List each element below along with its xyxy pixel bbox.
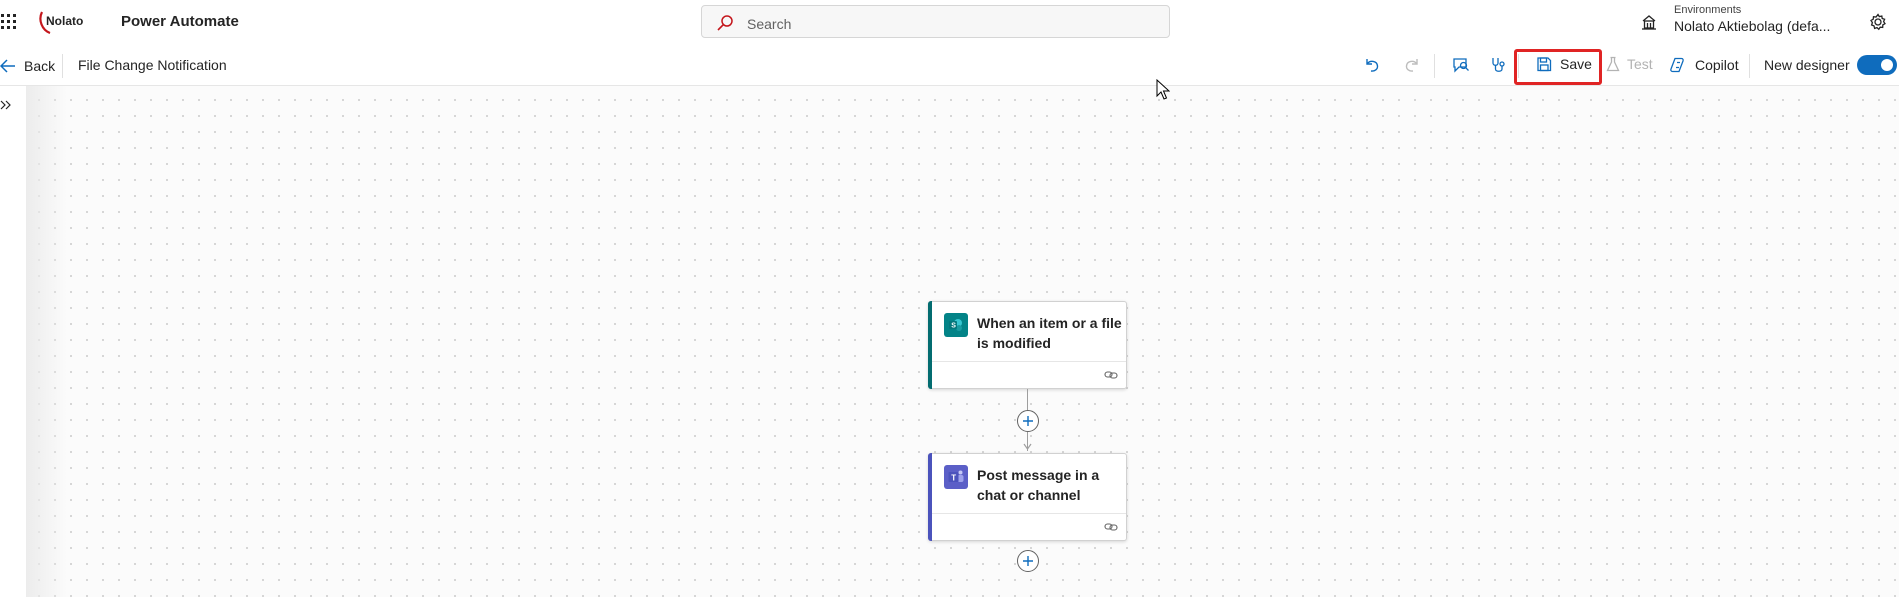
- arrow-down-icon: [1023, 443, 1032, 451]
- environment-icon[interactable]: [1640, 13, 1658, 31]
- divider: [1434, 54, 1435, 78]
- undo-icon[interactable]: [1362, 55, 1382, 75]
- copilot-button[interactable]: Copilot: [1669, 56, 1739, 74]
- search-box[interactable]: [701, 5, 1170, 38]
- canvas-edge-shade: [27, 86, 67, 597]
- search-icon: [717, 15, 733, 31]
- back-button[interactable]: Back: [0, 55, 55, 77]
- expand-panel-icon[interactable]: [0, 99, 12, 111]
- step-title: Post message in a chat or channel: [977, 467, 1100, 503]
- nolato-logo[interactable]: Nolato: [38, 8, 94, 35]
- gear-icon[interactable]: [1868, 12, 1888, 32]
- divider: [1749, 54, 1750, 78]
- test-button[interactable]: Test: [1606, 56, 1653, 72]
- link-icon[interactable]: [1104, 521, 1118, 533]
- copilot-icon: [1670, 57, 1684, 73]
- save-button[interactable]: Save: [1536, 56, 1592, 72]
- save-icon: [1537, 57, 1552, 72]
- mouse-pointer-icon: [1156, 79, 1170, 100]
- flow-name[interactable]: File Change Notification: [78, 57, 227, 73]
- app-launcher-icon[interactable]: [0, 12, 20, 32]
- connector-line: [1027, 389, 1028, 411]
- step-title: When an item or a file is modified: [977, 315, 1122, 351]
- sharepoint-icon: S: [944, 313, 968, 337]
- card-footer-divider: [932, 513, 1126, 514]
- card-accent: [928, 301, 932, 389]
- app-title[interactable]: Power Automate: [121, 13, 239, 30]
- add-step-button[interactable]: [1017, 550, 1039, 572]
- search-input[interactable]: [745, 13, 1149, 35]
- plus-icon: [1023, 416, 1033, 426]
- copilot-label: Copilot: [1695, 57, 1739, 73]
- link-icon[interactable]: [1104, 369, 1118, 381]
- command-bar: Back File Change Notification Save Test …: [0, 46, 1899, 86]
- plus-icon: [1023, 556, 1033, 566]
- logo-text: Nolato: [46, 14, 83, 28]
- top-header: Nolato Power Automate Environments Nolat…: [0, 0, 1899, 46]
- teams-icon: T: [944, 465, 968, 489]
- card-accent: [928, 453, 932, 541]
- save-label: Save: [1560, 56, 1592, 72]
- flow-step-trigger[interactable]: S When an item or a file is modified: [928, 301, 1127, 389]
- new-designer-label: New designer: [1764, 57, 1850, 73]
- card-footer-divider: [932, 361, 1126, 362]
- arrow-left-icon: [0, 59, 15, 73]
- flow-step-action[interactable]: T Post message in a chat or channel: [928, 453, 1127, 541]
- flow-checker-icon[interactable]: [1451, 55, 1471, 75]
- test-label: Test: [1627, 56, 1653, 72]
- left-rail: [0, 86, 27, 597]
- new-designer-toggle[interactable]: [1857, 55, 1897, 75]
- environment-label: Environments: [1674, 4, 1742, 16]
- redo-icon[interactable]: [1402, 55, 1422, 75]
- flask-icon: [1606, 56, 1620, 72]
- back-label: Back: [24, 58, 56, 74]
- divider: [62, 54, 63, 78]
- insert-step-button[interactable]: [1017, 410, 1039, 432]
- stethoscope-icon[interactable]: [1489, 55, 1509, 75]
- toggle-knob: [1881, 59, 1893, 71]
- svg-text:T: T: [951, 473, 956, 482]
- svg-text:S: S: [951, 323, 956, 330]
- environment-selector[interactable]: Nolato Aktiebolag (defa...: [1674, 18, 1830, 34]
